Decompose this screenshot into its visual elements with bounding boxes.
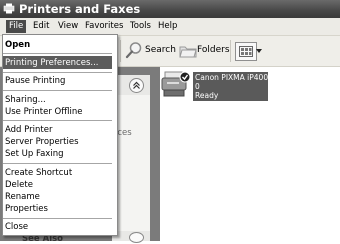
printer-name: Canon PIXMA iP4000 [195, 73, 273, 82]
menu-rename[interactable]: Rename [5, 192, 40, 202]
printer-folder-icon [3, 3, 15, 14]
search-icon[interactable] [125, 41, 143, 59]
menu-help[interactable]: Help [155, 20, 180, 33]
views-button[interactable] [235, 42, 257, 61]
printer-icon[interactable] [160, 70, 193, 103]
menu-separator [3, 53, 112, 54]
menu-properties[interactable]: Properties [5, 204, 48, 214]
menu-separator [3, 90, 112, 91]
toolbar-separator [120, 40, 121, 62]
menu-separator [3, 218, 112, 219]
folders-button[interactable]: Folders [197, 45, 230, 55]
menu-close[interactable]: Close [5, 222, 28, 232]
menu-separator [3, 72, 112, 73]
menu-server-properties[interactable]: Server Properties [5, 137, 79, 147]
menu-printing-preferences[interactable]: Printing Preferences... [5, 58, 99, 68]
collapse-button[interactable] [129, 78, 144, 93]
toolbar-separator [230, 40, 231, 62]
menu-sharing[interactable]: Sharing... [5, 95, 46, 105]
menu-favorites[interactable]: Favorites [82, 20, 126, 33]
window-title: Printers and Faxes [19, 2, 141, 16]
see-also-collapse-button[interactable] [129, 232, 144, 243]
menu-create-shortcut[interactable]: Create Shortcut [5, 168, 72, 178]
views-dropdown-arrow-icon[interactable] [256, 49, 262, 53]
menu-pause-printing[interactable]: Pause Printing [5, 76, 65, 86]
search-button[interactable]: Search [145, 45, 176, 55]
chevron-up-icon [133, 81, 140, 89]
folders-icon[interactable] [178, 41, 198, 59]
printer-status: Ready [195, 91, 219, 100]
menu-use-printer-offline[interactable]: Use Printer Offline [5, 107, 82, 117]
menu-view[interactable]: View [55, 20, 81, 33]
menu-tools[interactable]: Tools [127, 20, 154, 33]
menu-edit[interactable]: Edit [30, 20, 52, 33]
menu-open[interactable]: Open [5, 40, 30, 50]
menu-file[interactable]: File [6, 20, 27, 33]
menu-delete[interactable]: Delete [5, 180, 33, 190]
printer-jobs: 0 [195, 82, 200, 91]
menu-add-printer[interactable]: Add Printer [5, 125, 52, 135]
menu-separator [3, 163, 112, 164]
views-icon [239, 46, 253, 57]
menu-set-up-faxing[interactable]: Set Up Faxing [5, 149, 63, 159]
menu-separator [3, 120, 112, 121]
